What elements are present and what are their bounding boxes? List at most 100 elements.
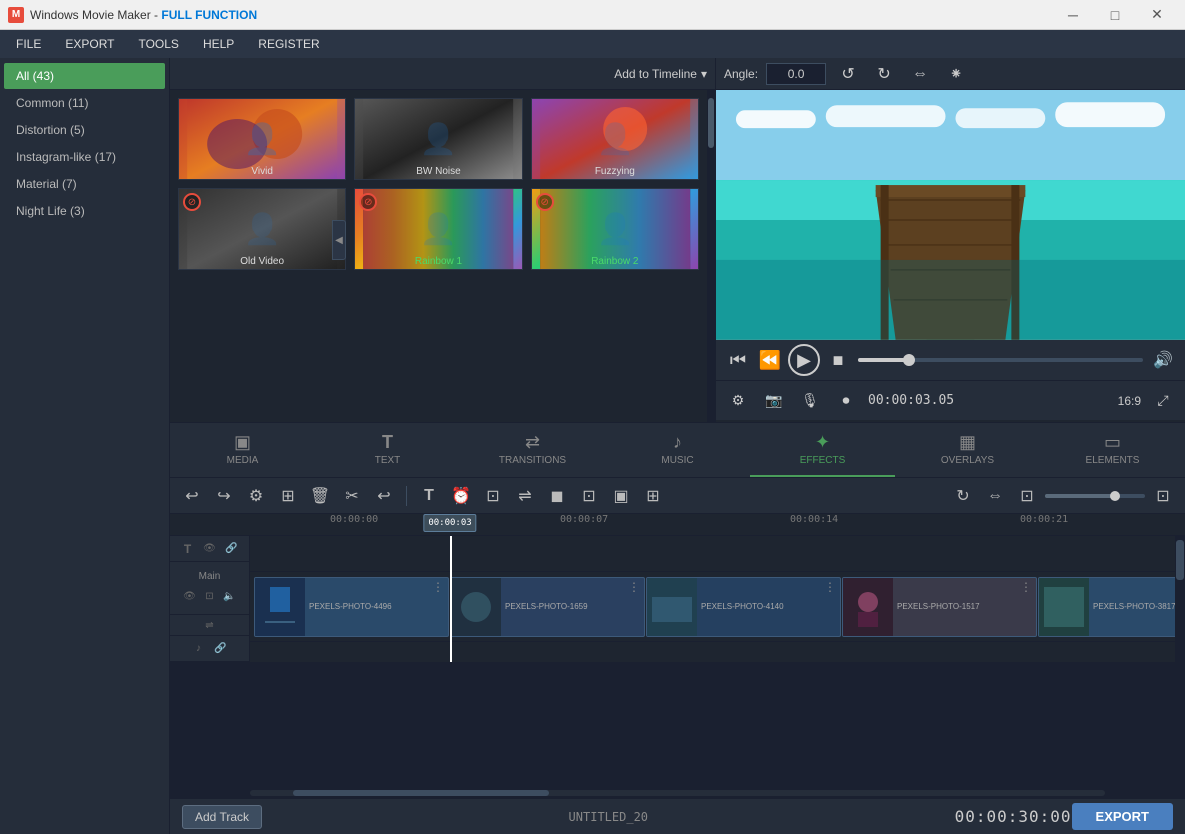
track-labels: T 👁 🔗 Main 👁 ⊡ 🔈 (170, 536, 250, 662)
flip-button[interactable]: ⇔ (906, 62, 934, 86)
zoom-out-button[interactable]: ⊡ (1149, 482, 1177, 510)
effects-grid: 👤 Vivid 👤 (170, 90, 707, 422)
collapse-button[interactable]: ◀ (332, 220, 346, 260)
trim-button[interactable]: ↩ (370, 482, 398, 510)
undo-button[interactable]: ↩ (178, 482, 206, 510)
filter-category-list: All (43) Common (11) Distortion (5) Inst… (0, 58, 169, 834)
tab-elements[interactable]: ▭ ELEMENTS (1040, 423, 1185, 477)
text-tool-button[interactable]: T (415, 482, 443, 510)
tab-overlays[interactable]: ▦ OVERLAYS (895, 423, 1040, 477)
media-icon: ▣ (234, 432, 251, 453)
angle-input[interactable] (766, 63, 826, 85)
audio-track-link[interactable]: 🔗 (212, 639, 230, 657)
text-track-visibility[interactable]: 👁 (201, 540, 219, 558)
main-track-view[interactable]: ⊡ (201, 588, 219, 606)
effect-fuzzying[interactable]: 👤 Fuzzying (531, 98, 699, 180)
clip-pexels-4496[interactable]: PEXELS-PHOTO-4496 ⋮ (254, 577, 449, 637)
category-instagram[interactable]: Instagram-like (17) (4, 144, 165, 170)
more-options-button[interactable]: ⁕ (942, 62, 970, 86)
effects-scrollbar-thumb[interactable] (708, 98, 714, 148)
settings-button[interactable]: ⚙ (242, 482, 270, 510)
rotate-right-button[interactable]: ↻ (870, 62, 898, 86)
clip-pexels-1659[interactable]: PEXELS-PHOTO-1659 ⋮ (450, 577, 645, 637)
camera-button[interactable]: 📷 (760, 387, 788, 415)
effect-rainbow1[interactable]: 👤 ⊘ Rainbow 1 (354, 188, 522, 270)
effect-oldvideo[interactable]: 👤 ⊘ Old Video (178, 188, 346, 270)
toolbar-separator (406, 486, 407, 506)
clip-pexels-1517[interactable]: PEXELS-PHOTO-1517 ⋮ (842, 577, 1037, 637)
shape-button[interactable]: ◼ (543, 482, 571, 510)
clip-label-3: PEXELS-PHOTO-1517 (897, 602, 1032, 611)
clip-pexels-3817[interactable]: PEXELS-PHOTO-3817 ⋮ (1038, 577, 1175, 637)
fit-button[interactable]: ⇔ (981, 482, 1009, 510)
motion-track-icon[interactable]: ⇌ (201, 616, 219, 634)
timeline-scrollbar-thumb[interactable] (1176, 540, 1184, 580)
menu-file[interactable]: FILE (4, 33, 53, 55)
volume-button[interactable]: 🔊 (1149, 346, 1177, 374)
menu-tools[interactable]: TOOLS (126, 33, 190, 55)
category-distortion[interactable]: Distortion (5) (4, 117, 165, 143)
svg-text:👤: 👤 (243, 121, 280, 156)
color-button[interactable]: ▣ (607, 482, 635, 510)
stop-button[interactable]: ■ (824, 346, 852, 374)
copy-button[interactable]: ⊞ (274, 482, 302, 510)
effect-vivid[interactable]: 👤 Vivid (178, 98, 346, 180)
play-button[interactable]: ▶ (788, 344, 820, 376)
effect-rainbow2-label: Rainbow 2 (532, 254, 698, 269)
split-button[interactable]: ✂ (338, 482, 366, 510)
playback-progress[interactable] (858, 358, 1143, 362)
snapshot-settings-button[interactable]: ⚙ (724, 387, 752, 415)
close-button[interactable]: ✕ (1137, 0, 1177, 30)
audio-track-icon[interactable]: ♪ (190, 639, 208, 657)
tab-music[interactable]: ♪ MUSIC (605, 423, 750, 477)
clip-pexels-4140[interactable]: PEXELS-PHOTO-4140 ⋮ (646, 577, 841, 637)
fullscreen-button[interactable]: ⤢ (1149, 387, 1177, 415)
svg-text:👤: 👤 (420, 121, 457, 156)
clip-menu-3[interactable]: ⋮ (1020, 580, 1034, 594)
text-track-icon[interactable]: T (179, 540, 197, 558)
timeline-hscroll-track[interactable] (250, 790, 1105, 796)
motion-button[interactable]: ⇌ (511, 482, 539, 510)
align-button[interactable]: ⊡ (479, 482, 507, 510)
rotate-left-button[interactable]: ↺ (834, 62, 862, 86)
delete-button[interactable]: 🗑 (306, 482, 334, 510)
maximize-button[interactable]: □ (1095, 0, 1135, 30)
ruler-mark-1: 00:00:07 (560, 514, 608, 525)
grid-button[interactable]: ⊞ (639, 482, 667, 510)
step-back-button[interactable]: ⏪ (756, 346, 784, 374)
category-common[interactable]: Common (11) (4, 90, 165, 116)
menu-export[interactable]: EXPORT (53, 33, 126, 55)
mic-button[interactable]: 🎙 (796, 387, 824, 415)
clip-menu-2[interactable]: ⋮ (824, 580, 838, 594)
minimize-button[interactable]: ─ (1053, 0, 1093, 30)
clock-button[interactable]: ⏰ (447, 482, 475, 510)
tab-transitions[interactable]: ⇄ TRANSITIONS (460, 423, 605, 477)
clip-menu-1[interactable]: ⋮ (628, 580, 642, 594)
category-nightlife[interactable]: Night Life (3) (4, 198, 165, 224)
text-track-link[interactable]: 🔗 (223, 540, 241, 558)
skip-start-button[interactable]: ⏮ (724, 346, 752, 374)
tab-text[interactable]: T TEXT (315, 423, 460, 477)
category-material[interactable]: Material (7) (4, 171, 165, 197)
effect-bwnoise[interactable]: 👤 BW Noise (354, 98, 522, 180)
tab-media[interactable]: ▣ MEDIA (170, 423, 315, 477)
effect-rainbow1-label: Rainbow 1 (355, 254, 521, 269)
crop-button[interactable]: ⊡ (575, 482, 603, 510)
loop-button[interactable]: ↻ (949, 482, 977, 510)
redo-button[interactable]: ↪ (210, 482, 238, 510)
clip-menu-0[interactable]: ⋮ (432, 580, 446, 594)
add-to-timeline-button[interactable]: Add to Timeline ▾ (614, 67, 707, 81)
zoom-slider[interactable] (1045, 494, 1145, 498)
effect-rainbow2[interactable]: 👤 ⊘ Rainbow 2 (531, 188, 699, 270)
timeline-hscroll-thumb[interactable] (293, 790, 550, 796)
record-button[interactable]: ⏺ (832, 387, 860, 415)
category-all[interactable]: All (43) (4, 63, 165, 89)
menu-help[interactable]: HELP (191, 33, 246, 55)
main-track-audio[interactable]: 🔈 (221, 588, 239, 606)
export-button[interactable]: EXPORT (1072, 803, 1173, 830)
tab-effects[interactable]: ✦ EFFECTS (750, 423, 895, 477)
menu-register[interactable]: REGISTER (246, 33, 331, 55)
main-track-visibility[interactable]: 👁 (181, 588, 199, 606)
add-track-button[interactable]: Add Track (182, 805, 262, 829)
snapshot-button[interactable]: ⊡ (1013, 482, 1041, 510)
